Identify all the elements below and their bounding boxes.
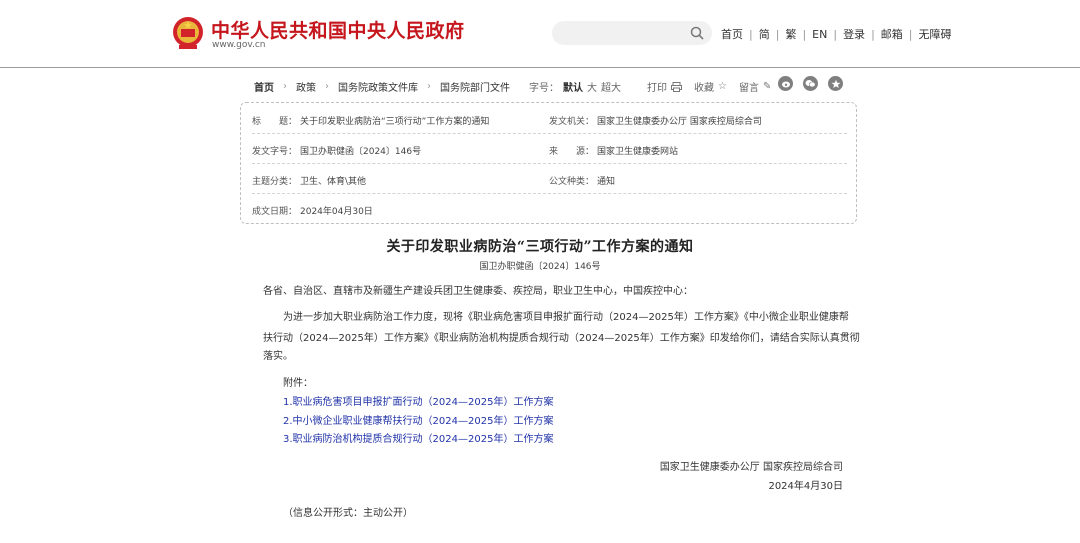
nav-separator: | xyxy=(802,27,807,41)
font-size-default[interactable]: 默认 xyxy=(563,79,583,94)
info-row: 主题分类： 卫生、体育\其他 公文种类： 通知 xyxy=(252,164,847,194)
chevron-right-icon: › xyxy=(325,81,329,92)
font-size-label: 字号： xyxy=(529,83,559,94)
star-icon[interactable]: ☆ xyxy=(718,81,727,92)
breadcrumb-department-docs[interactable]: 国务院部门文件 xyxy=(440,79,510,94)
nav-english[interactable]: EN xyxy=(812,28,827,41)
type-label: 公文种类： xyxy=(549,177,595,187)
nav-separator: | xyxy=(908,27,913,41)
document-info-box: 标 题： 关于印发职业病防治“三项行动”工作方案的通知 发文机关： 国家卫生健康… xyxy=(240,102,857,224)
chevron-right-icon: › xyxy=(427,81,431,92)
docno-label: 发文字号： xyxy=(252,147,298,157)
font-size-large[interactable]: 大 xyxy=(587,79,597,94)
nav-home[interactable]: 首页 xyxy=(721,26,743,42)
nav-accessibility[interactable]: 无障碍 xyxy=(919,26,952,42)
favorite-button[interactable]: 收藏 xyxy=(694,79,714,94)
salutation: 各省、自治区、直辖市及新疆生产建设兵团卫生健康委、疾控局，职业卫生中心，中国疾控… xyxy=(263,286,693,297)
printer-icon[interactable] xyxy=(671,81,682,92)
body-paragraph-line: 落实。 xyxy=(263,351,293,362)
sign-date: 2024年4月30日 xyxy=(768,481,843,492)
title-value: 关于印发职业病防治“三项行动”工作方案的通知 xyxy=(300,117,490,127)
issuer-value: 国家卫生健康委办公厅 国家疾控局综合司 xyxy=(597,117,762,127)
topic-value: 卫生、体育\其他 xyxy=(300,177,367,187)
breadcrumb-bar: 首页 › 政策 › 国务院政策文件库 › 国务院部门文件 字号： 默认 大 超大… xyxy=(240,73,857,97)
info-row: 标 题： 关于印发职业病防治“三项行动”工作方案的通知 发文机关： 国家卫生健康… xyxy=(252,104,847,134)
share-buttons xyxy=(778,76,843,91)
type-value: 通知 xyxy=(597,177,616,187)
signer: 国家卫生健康委办公厅 国家疾控局综合司 xyxy=(659,462,843,473)
issuer-label: 发文机关： xyxy=(549,117,595,127)
nav-simplified[interactable]: 简 xyxy=(759,26,770,42)
nav-separator: | xyxy=(871,27,875,41)
attachments-label: 附件： xyxy=(283,378,313,389)
body-paragraph-line: 扶行动（2024—2025年）工作方案》《职业病防治机构提质合规行动（2024—… xyxy=(263,333,860,344)
document-number: 国卫办职健函〔2024〕146号 xyxy=(479,262,601,272)
search-box xyxy=(552,21,712,45)
disclosure-note: （信息公开形式：主动公开） xyxy=(283,508,413,519)
site-header: 中华人民共和国中央人民政府 www.gov.cn 首页 | 简 | 繁 | EN… xyxy=(0,0,1080,68)
docno-value: 国卫办职健函〔2024〕146号 xyxy=(300,147,422,157)
info-row: 发文字号： 国卫办职健函〔2024〕146号 来 源： 国家卫生健康委网站 xyxy=(252,134,847,164)
nav-separator: | xyxy=(775,27,780,41)
document-title: 关于印发职业病防治“三项行动”工作方案的通知 xyxy=(386,239,694,255)
search-icon[interactable] xyxy=(690,26,704,40)
font-size-xlarge[interactable]: 超大 xyxy=(601,79,621,94)
topic-label: 主题分类： xyxy=(252,177,298,187)
chevron-right-icon: › xyxy=(283,81,287,92)
weibo-icon[interactable] xyxy=(778,76,793,91)
source-label: 来 源： xyxy=(549,147,595,157)
nav-separator: | xyxy=(833,27,838,41)
search-input[interactable] xyxy=(564,24,684,42)
body-paragraph-line: 为进一步加大职业病防治工作力度，现将《职业病危害项目申报扩面行动（2024—20… xyxy=(283,312,849,323)
date-value: 2024年04月30日 xyxy=(300,207,373,217)
nav-separator: | xyxy=(749,27,753,41)
article-tools: 字号： 默认 大 超大 打印 收藏 ☆ 留言 ✎ xyxy=(529,79,775,94)
site-title[interactable]: 中华人民共和国中央人民政府 xyxy=(211,16,465,43)
date-label: 成文日期： xyxy=(252,207,298,217)
attachment-link[interactable]: 1.职业病危害项目申报扩面行动（2024—2025年）工作方案 xyxy=(283,392,553,413)
print-button[interactable]: 打印 xyxy=(647,79,667,94)
nav-mail[interactable]: 邮箱 xyxy=(881,26,903,42)
site-url[interactable]: www.gov.cn xyxy=(212,40,265,50)
comment-button[interactable]: 留言 xyxy=(739,79,759,94)
info-row: 成文日期： 2024年04月30日 xyxy=(252,194,847,224)
nav-traditional[interactable]: 繁 xyxy=(785,26,796,42)
pencil-icon[interactable]: ✎ xyxy=(763,81,771,92)
source-value: 国家卫生健康委网站 xyxy=(597,147,679,157)
qzone-icon[interactable] xyxy=(828,76,843,91)
breadcrumb: 首页 › 政策 › 国务院政策文件库 › 国务院部门文件 xyxy=(254,79,510,94)
nav-login[interactable]: 登录 xyxy=(843,26,865,42)
top-nav: 首页 | 简 | 繁 | EN | 登录 | 邮箱 | 无障碍 xyxy=(721,26,952,42)
national-emblem-icon[interactable] xyxy=(172,15,204,51)
wechat-icon[interactable] xyxy=(803,76,818,91)
breadcrumb-home[interactable]: 首页 xyxy=(254,79,274,94)
breadcrumb-policy-library[interactable]: 国务院政策文件库 xyxy=(338,79,418,94)
attachment-link[interactable]: 3.职业病防治机构提质合规行动（2024—2025年）工作方案 xyxy=(283,429,553,450)
breadcrumb-policy[interactable]: 政策 xyxy=(296,79,316,94)
title-label: 标 题： xyxy=(252,117,298,127)
